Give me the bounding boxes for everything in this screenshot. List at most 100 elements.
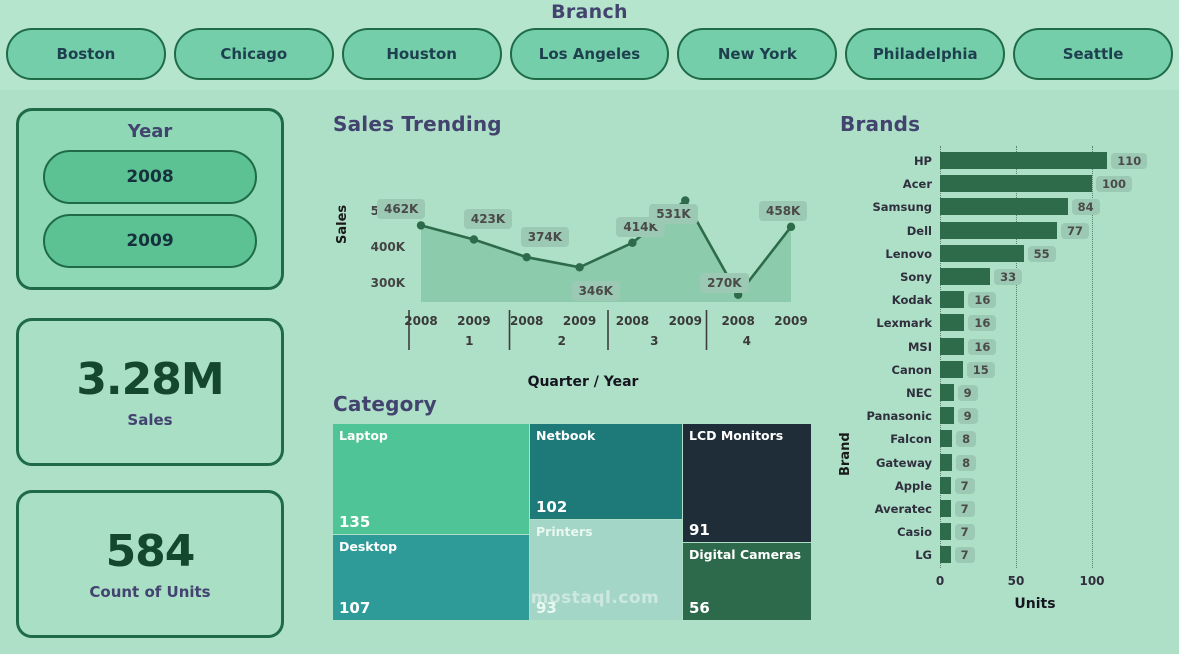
trend-data-point[interactable] (469, 235, 479, 244)
branch-pill-seattle[interactable]: Seattle (1013, 28, 1174, 80)
brand-bar[interactable] (940, 476, 951, 494)
brand-bar[interactable] (940, 360, 963, 378)
year-pill-2008[interactable]: 2008 (43, 150, 257, 204)
brand-row[interactable]: Lexmark 16 (840, 314, 1170, 333)
treemap-tile-value: 135 (339, 513, 371, 531)
brand-bar[interactable] (940, 500, 951, 517)
trend-line-svg (408, 196, 796, 350)
brand-value-label: 16 (968, 292, 997, 309)
brand-row[interactable]: Canon 15 (840, 360, 1170, 380)
brand-bar[interactable] (940, 337, 965, 355)
brand-bar[interactable] (940, 221, 1058, 239)
brand-bar[interactable] (940, 175, 1092, 193)
brands-x-tick: 50 (1007, 574, 1025, 588)
brand-value-label: 7 (954, 524, 975, 541)
trend-y-tick: 300K (370, 275, 405, 290)
branch-filter-header: Branch Boston Chicago Houston Los Angeles Ne… (0, 0, 1179, 90)
brand-name-label: Lexmark (876, 316, 932, 331)
trend-data-point[interactable] (786, 222, 796, 232)
brand-bar[interactable] (940, 407, 954, 425)
brand-bar[interactable] (940, 430, 953, 448)
brand-row[interactable]: Lenovo 55 (840, 244, 1170, 264)
branch-pill-row: Boston Chicago Houston Los Angeles New York P… (0, 28, 1179, 80)
brand-row[interactable]: Gateway 8 (840, 453, 1170, 473)
treemap-tile-netbook[interactable]: Netbook 102 (530, 424, 682, 519)
branch-header-title: Branch (551, 1, 628, 23)
trend-x-year-label: 2009 (562, 314, 597, 328)
brand-row[interactable]: MSI 16 (840, 337, 1170, 357)
brand-row[interactable]: Acer 100 (840, 175, 1170, 194)
trend-y-tick: 400K (370, 239, 405, 254)
trend-point-label: 531K (649, 204, 698, 225)
brand-row[interactable]: Apple 7 (840, 476, 1170, 496)
treemap-tile-lcd-monitors[interactable]: LCD Monitors 91 (683, 424, 811, 542)
sales-trending-chart: Sales Quarter / Year 300K400K500K462K423… (333, 146, 833, 396)
kpi-value-sales: 3.28M (76, 354, 224, 405)
trend-point-label: 346K (571, 281, 620, 302)
brand-bar[interactable] (940, 244, 1024, 262)
trend-x-axis-title: Quarter / Year (527, 374, 639, 390)
kpi-label-units: Count of Units (89, 583, 211, 601)
treemap-tile-laptop[interactable]: Laptop 135 (333, 424, 529, 534)
brand-row[interactable]: Samsung 84 (840, 198, 1170, 217)
brand-row[interactable]: NEC 9 (840, 384, 1170, 403)
brand-row[interactable]: Falcon 8 (840, 430, 1170, 449)
kpi-card-units: 584 Count of Units (16, 490, 284, 638)
treemap-tile-value: 107 (339, 599, 371, 617)
trend-point-label: 423K (463, 209, 513, 230)
trend-data-point[interactable] (522, 253, 531, 262)
brand-value-label: 9 (957, 385, 978, 401)
kpi-card-sales: 3.28M Sales (16, 318, 284, 466)
branch-pill-chicago[interactable]: Chicago (173, 28, 334, 80)
trend-data-point[interactable] (628, 238, 637, 247)
brand-bar[interactable] (940, 453, 953, 471)
brand-bar[interactable] (940, 523, 951, 541)
treemap-tile-name: Printers (536, 524, 593, 539)
trend-data-point[interactable] (575, 263, 584, 272)
branch-pill-los-angeles[interactable]: Los Angeles (509, 28, 670, 80)
brand-row[interactable]: Panasonic 9 (840, 407, 1170, 426)
treemap-tile-printers[interactable]: Printers 93 (530, 520, 682, 620)
brand-row[interactable]: Kodak 16 (840, 291, 1170, 310)
trend-data-point[interactable] (416, 221, 426, 230)
brand-name-label: NEC (906, 386, 932, 400)
brand-bar[interactable] (940, 546, 951, 564)
brand-name-label: Lenovo (885, 246, 932, 261)
brand-row[interactable]: LG 7 (840, 546, 1170, 565)
trend-data-point[interactable] (681, 196, 690, 205)
treemap-tile-value: 56 (689, 599, 710, 617)
brand-value-label: 100 (1096, 176, 1133, 193)
brand-bar[interactable] (940, 291, 965, 309)
treemap-tile-digital-cameras[interactable]: Digital Cameras 56 (683, 543, 811, 620)
brand-row[interactable]: Averatec 7 (840, 500, 1170, 519)
brand-bar[interactable] (940, 384, 954, 401)
brand-row[interactable]: HP 110 (840, 152, 1170, 171)
brand-name-label: MSI (907, 339, 932, 354)
treemap-tile-desktop[interactable]: Desktop 107 (333, 535, 529, 620)
brands-x-axis-title: Units (1014, 596, 1056, 612)
trend-point-label: 462K (377, 199, 426, 220)
branch-pill-houston[interactable]: Houston (341, 28, 502, 80)
brand-name-label: Dell (906, 223, 932, 238)
brand-row[interactable]: Casio 7 (840, 523, 1170, 542)
brand-value-label: 8 (956, 454, 977, 471)
branch-pill-new-york[interactable]: New York (677, 28, 838, 80)
brand-value-label: 7 (954, 501, 975, 517)
branch-pill-boston[interactable]: Boston (6, 28, 166, 80)
trend-quarter-label: 4 (742, 334, 751, 348)
brand-bar[interactable] (940, 314, 965, 332)
brand-row[interactable]: Sony 33 (840, 268, 1170, 287)
treemap-tile-name: Desktop (339, 539, 398, 554)
brand-name-label: Acer (902, 177, 932, 192)
branch-pill-philadelphia[interactable]: Philadelphia (845, 28, 1006, 80)
trend-point-label: 458K (759, 200, 808, 221)
brand-bar[interactable] (940, 268, 991, 285)
brand-row[interactable]: Dell 77 (840, 221, 1170, 241)
year-filter-card: Year 2008 2009 (16, 108, 284, 290)
year-pill-2009[interactable]: 2009 (43, 214, 257, 268)
brand-name-label: Falcon (890, 432, 932, 447)
brand-bar[interactable] (940, 198, 1068, 216)
trend-x-year-label: 2008 (721, 314, 755, 328)
treemap-tile-name: Laptop (339, 428, 388, 443)
brand-bar[interactable] (940, 152, 1108, 169)
